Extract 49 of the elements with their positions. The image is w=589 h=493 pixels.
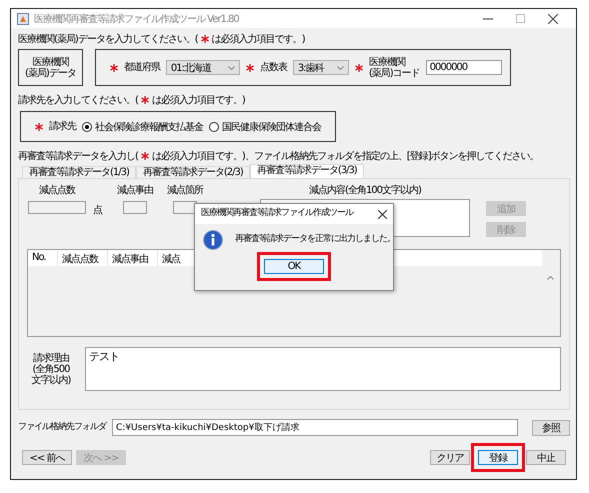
field-label: 点数表 (260, 62, 287, 73)
radio-button[interactable] (209, 122, 219, 132)
info-icon (203, 230, 223, 250)
radio-button[interactable] (82, 122, 92, 132)
window-title: 医療機関再審査等請求ファイル作成ツール Ver1.80 (34, 12, 240, 26)
dialog-message: 再審査等請求データを正常に出力しました。 (235, 235, 395, 245)
action-button[interactable]: 中止 (526, 450, 566, 465)
field-label: 都道府県 (124, 62, 160, 73)
section-label: 医療機関 (薬局)データ (25, 56, 76, 78)
nav-button[interactable]: << 前へ (22, 450, 72, 465)
tab[interactable]: 再審査等請求データ(1/3) (22, 166, 136, 178)
radio-option[interactable]: 国民健康保険団体連合会 (209, 120, 321, 134)
radio-option[interactable]: 社会保険診療報酬支払基金 (82, 120, 203, 134)
instruction-text: 医療機関(薬局)データを入力してください。( (18, 34, 198, 44)
tab[interactable]: 再審査等請求データ(3/3) (250, 164, 364, 178)
field-label: 減点内容(全角100文字以内) (309, 185, 421, 196)
field-label: ファイル格納先フォルダ (18, 422, 106, 432)
field-label: 減点箇所 (167, 185, 203, 196)
reason-code-field[interactable] (123, 201, 147, 214)
tab[interactable]: 再審査等請求データ(2/3) (136, 166, 250, 178)
field-label: 請求理由 (全角500 文字以内) (30, 352, 72, 386)
folder-field[interactable]: C:¥Users¥ta-kikuchi¥Desktop¥取下げ請求 (112, 419, 518, 436)
scroll-up-icon (547, 276, 554, 280)
field-label: 医療機関 (薬局)コード (368, 56, 420, 78)
field-label: 減点事由 (117, 185, 153, 196)
close-icon[interactable] (548, 14, 558, 24)
action-button[interactable]: クリア (430, 450, 470, 465)
field-label: 減点点数 (39, 185, 75, 196)
reason-field[interactable]: テスト (85, 347, 561, 391)
unit-label: 点 (93, 205, 102, 218)
browse-button[interactable]: 参照 (532, 420, 570, 436)
points-field[interactable] (28, 201, 86, 214)
instruction-text: は必須入力項目です。) (152, 94, 245, 106)
column-header: 減点点数 (58, 250, 108, 266)
instruction-text: 請求先を入力してください。( (18, 94, 138, 106)
field-label: 請求先 (49, 121, 76, 132)
caret-icon (228, 66, 235, 70)
app-icon (17, 12, 29, 24)
dropdown[interactable]: 01:北海道 (166, 60, 240, 75)
dialog-title: 医療機関再審査等請求ファイル作成ツール (201, 209, 353, 219)
dropdown[interactable]: 3:歯科 (292, 60, 349, 75)
instruction-text: は必須入力項目です。) (212, 34, 305, 44)
column-header: No. (28, 250, 58, 266)
instruction-text: は必須入力項目です。)、ファイル格納先フォルダを指定の上、[登録]ボタンを押してください。 (152, 150, 539, 162)
close-icon[interactable] (378, 210, 387, 218)
instruction-text: 再審査等請求データを入力し( (18, 150, 138, 162)
code-field[interactable]: 0000000 (426, 60, 502, 75)
column-header: 減点事由 (108, 250, 158, 266)
caret-icon (336, 66, 344, 70)
